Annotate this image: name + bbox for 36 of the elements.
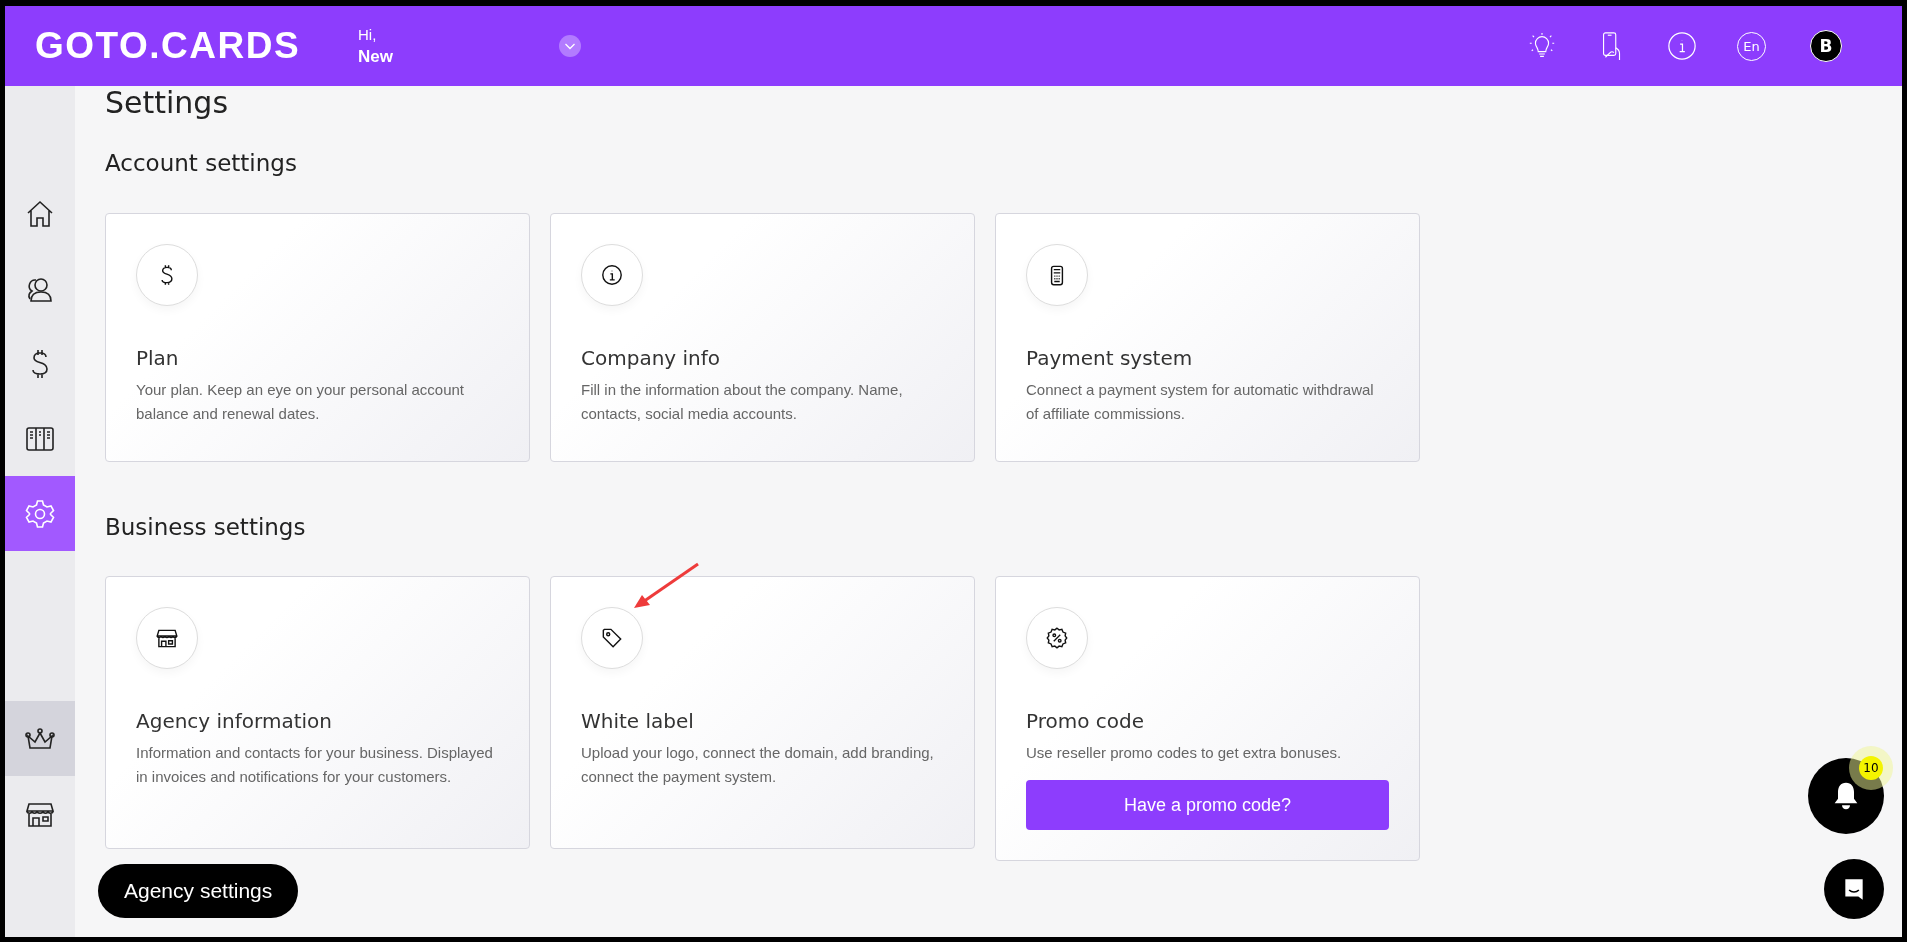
info-icon xyxy=(599,262,625,288)
card-description: Use reseller promo codes to get extra bonuses. xyxy=(1026,743,1343,763)
card-description: Upload your logo, connect the domain, add branding, connect the payment system. xyxy=(581,743,935,787)
user-name: New xyxy=(358,46,394,67)
settings-card[interactable]: Company info Fill in the information about the company. Name, contacts, social media accounts. xyxy=(550,213,975,462)
sidebar-item[interactable] xyxy=(5,701,75,776)
sidebar-item[interactable] xyxy=(5,476,75,551)
card-title: Company info xyxy=(581,346,721,370)
settings-card[interactable]: Plan Your plan. Keep an eye on your personal account balance and renewal dates. xyxy=(105,213,530,462)
card-title: White label xyxy=(581,709,695,733)
card-title: Promo code xyxy=(1026,709,1146,733)
info-icon[interactable] xyxy=(1667,31,1697,61)
card-title: Plan xyxy=(136,346,180,370)
settings-card[interactable]: Payment system Connect a payment system for automatic withdrawal of affiliate commissions. xyxy=(995,213,1420,462)
section-title: Account settings xyxy=(105,150,298,176)
section-title: Business settings xyxy=(105,514,307,540)
percent-badge-icon xyxy=(1044,625,1070,651)
logo[interactable]: GOTO.CARDS xyxy=(35,25,297,67)
settings-card[interactable]: White label Upload your logo, connect the domain, add branding, connect the payment system. xyxy=(550,576,975,849)
agency-settings-button[interactable]: Agency settings xyxy=(98,864,299,918)
card-description: Your plan. Keep an eye on your personal account balance and renewal dates. xyxy=(136,380,465,424)
settings-card[interactable]: Promo code Use reseller promo codes to get extra bonuses. Have a promo code? xyxy=(995,576,1420,861)
user-avatar[interactable]: B xyxy=(1810,30,1842,62)
promo-code-button[interactable]: Have a promo code? xyxy=(1026,780,1389,830)
settings-card[interactable]: Agency information Information and contacts for your business. Displayed in invoices and notifications for your customers. xyxy=(105,576,530,849)
settings-icon xyxy=(24,497,56,530)
card-description: Fill in the information about the company. Name, contacts, social media accounts. xyxy=(581,380,904,424)
card-description: Connect a payment system for automatic withdrawal of affiliate commissions. xyxy=(1026,380,1375,424)
greeting: Hi, xyxy=(358,25,378,43)
card-title: Agency information xyxy=(136,709,333,733)
chat-button[interactable] xyxy=(1824,859,1884,919)
notification-count-badge: 10 xyxy=(1859,756,1883,780)
page-title: Settings xyxy=(105,86,230,122)
card-description: Information and contacts for your business. Displayed in invoices and notifications for your customers. xyxy=(136,743,494,787)
dropdown-chevron-icon[interactable] xyxy=(559,35,581,57)
card-title: Payment system xyxy=(1026,346,1194,370)
